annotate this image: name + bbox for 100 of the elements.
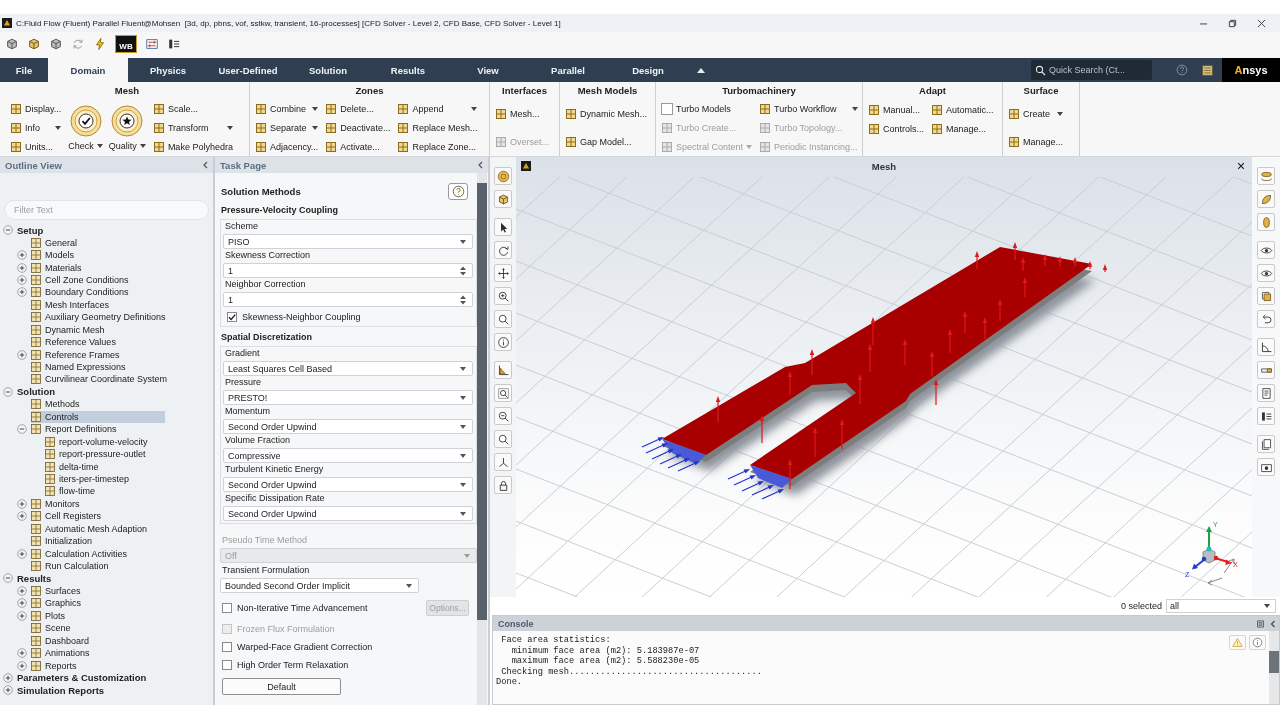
tree-item[interactable]: delta-time: [45, 460, 101, 473]
tree-item[interactable]: Methods: [31, 398, 82, 411]
ribbon-tab[interactable]: File: [6, 58, 42, 82]
tree-item[interactable]: Parameters & Customization: [17, 671, 149, 684]
axes-button[interactable]: [494, 453, 512, 471]
help-icon[interactable]: [1176, 64, 1188, 76]
chart-button[interactable]: [494, 361, 512, 379]
ribbon-button[interactable]: Turbo Models: [660, 100, 754, 118]
ribbon-button[interactable]: Mesh...: [494, 105, 550, 123]
lock-button[interactable]: [494, 476, 512, 494]
expand-icon[interactable]: [17, 274, 27, 285]
tree-item[interactable]: Run Calculation: [31, 560, 111, 573]
magnifier-button[interactable]: [494, 430, 512, 448]
tree-item[interactable]: Curvilinear Coordinate System: [31, 373, 170, 386]
squares-button[interactable]: [1257, 287, 1275, 305]
tree-item[interactable]: Mesh Interfaces: [31, 298, 112, 311]
copy-button[interactable]: [1257, 435, 1275, 453]
tree-item[interactable]: Models: [31, 249, 76, 262]
expand-icon[interactable]: [3, 685, 13, 696]
tree-item[interactable]: Dashboard: [31, 634, 92, 647]
dropdown[interactable]: Second Order Upwind: [223, 419, 473, 434]
list-button[interactable]: [1257, 407, 1275, 425]
expand-icon[interactable]: [17, 548, 27, 559]
dropdown[interactable]: Bounded Second Order Implicit: [220, 578, 419, 593]
ribbon-tab[interactable]: Results: [368, 58, 448, 82]
dropdown[interactable]: Compressive: [223, 448, 473, 463]
tree-item[interactable]: Named Expressions: [31, 361, 128, 374]
cube-icon[interactable]: [49, 37, 63, 51]
tree-item[interactable]: General: [31, 236, 80, 249]
tree-item[interactable]: Automatic Mesh Adaption: [31, 522, 150, 535]
tree-item[interactable]: Scene: [31, 622, 73, 635]
scrollbar-thumb[interactable]: [477, 183, 487, 620]
expand-icon[interactable]: [17, 598, 27, 609]
checkbox[interactable]: [222, 603, 232, 613]
collapse-icon[interactable]: [3, 573, 13, 584]
tree-item[interactable]: Calculation Activities: [31, 547, 130, 560]
zoom-in-button[interactable]: [494, 287, 512, 305]
undo-button[interactable]: [1257, 310, 1275, 328]
move-button[interactable]: [494, 264, 512, 282]
zoom-out-button[interactable]: [494, 407, 512, 425]
checkbox[interactable]: [661, 103, 673, 116]
ribbon-tab[interactable]: View: [448, 58, 528, 82]
info-button[interactable]: [1249, 635, 1266, 650]
scrollbar-thumb[interactable]: [1269, 651, 1279, 673]
leaf-button[interactable]: [1257, 190, 1275, 208]
ribbon-button[interactable]: Activate...: [324, 138, 392, 156]
tree-item[interactable]: Reference Frames: [31, 348, 122, 361]
ellipse-button[interactable]: [1257, 213, 1275, 231]
expand-icon[interactable]: [3, 672, 13, 683]
disc-button[interactable]: [494, 167, 512, 185]
ribbon-button[interactable]: Manage...: [1007, 133, 1065, 151]
ribbon-button[interactable]: Replace Mesh...: [396, 119, 479, 137]
dropdown[interactable]: Second Order Upwind: [223, 506, 473, 521]
tree-item[interactable]: flow-time: [45, 485, 97, 498]
tree-item[interactable]: Setup: [17, 224, 46, 237]
axis-triad-icon[interactable]: [1192, 526, 1235, 586]
page-button[interactable]: [1257, 384, 1275, 402]
ribbon-button[interactable]: Units...: [9, 138, 63, 156]
tree-item[interactable]: Cell Registers: [31, 510, 104, 523]
chevron-left-icon[interactable]: [202, 161, 208, 169]
spinner-field[interactable]: 1: [223, 263, 473, 278]
expand-icon[interactable]: [17, 349, 27, 360]
close-icon[interactable]: [1257, 18, 1266, 28]
ribbon-button[interactable]: Gap Model...: [564, 133, 649, 151]
search-field[interactable]: Quick Search (Ct...: [1031, 60, 1152, 80]
ribbon-button[interactable]: Adjacency...: [254, 138, 320, 156]
dropdown[interactable]: Second Order Upwind: [223, 477, 473, 492]
ribbon-button[interactable]: Controls...: [867, 120, 925, 137]
ribbon-button[interactable]: Transform: [151, 119, 234, 137]
cube-icon[interactable]: [27, 37, 41, 51]
tree-item[interactable]: Surfaces: [31, 584, 83, 597]
expand-icon[interactable]: [17, 511, 27, 522]
expand-icon[interactable]: [17, 250, 27, 261]
ribbon-button[interactable]: Separate: [254, 119, 320, 137]
expand-icon[interactable]: [17, 585, 27, 596]
selection-filter-dropdown[interactable]: all: [1166, 599, 1276, 613]
lightning-icon[interactable]: [93, 37, 107, 51]
ribbon-button[interactable]: Delete...: [324, 100, 392, 118]
ribbon-button[interactable]: Manage...: [930, 120, 995, 137]
expand-icon[interactable]: [17, 262, 27, 273]
collapse-ribbon-icon[interactable]: [697, 67, 705, 73]
tree-item[interactable]: Monitors: [31, 497, 82, 510]
ribbon-button[interactable]: Combine: [254, 100, 320, 118]
spinner-field[interactable]: 1: [223, 292, 473, 307]
ribbon-button[interactable]: Info: [9, 119, 63, 137]
ribbon-tab[interactable]: Domain: [48, 58, 128, 82]
camera-button[interactable]: [1257, 458, 1275, 476]
ribbon-tab[interactable]: Solution: [288, 58, 368, 82]
tree-item[interactable]: Results: [17, 572, 54, 585]
expand-icon[interactable]: [17, 498, 27, 509]
tree-item[interactable]: Cell Zone Conditions: [31, 273, 131, 286]
cube-icon[interactable]: [5, 37, 19, 51]
tree-item[interactable]: Controls: [31, 410, 165, 423]
ribbon-button[interactable]: Scale...: [151, 100, 234, 118]
tree-item[interactable]: report-pressure-outlet: [45, 448, 148, 461]
ribbon-button[interactable]: Quality: [108, 105, 146, 151]
expand-icon[interactable]: [17, 660, 27, 671]
help-button[interactable]: [448, 182, 468, 200]
tree-item[interactable]: iters-per-timestep: [45, 472, 132, 485]
ribbon-button[interactable]: Make Polyhedra: [151, 138, 234, 156]
